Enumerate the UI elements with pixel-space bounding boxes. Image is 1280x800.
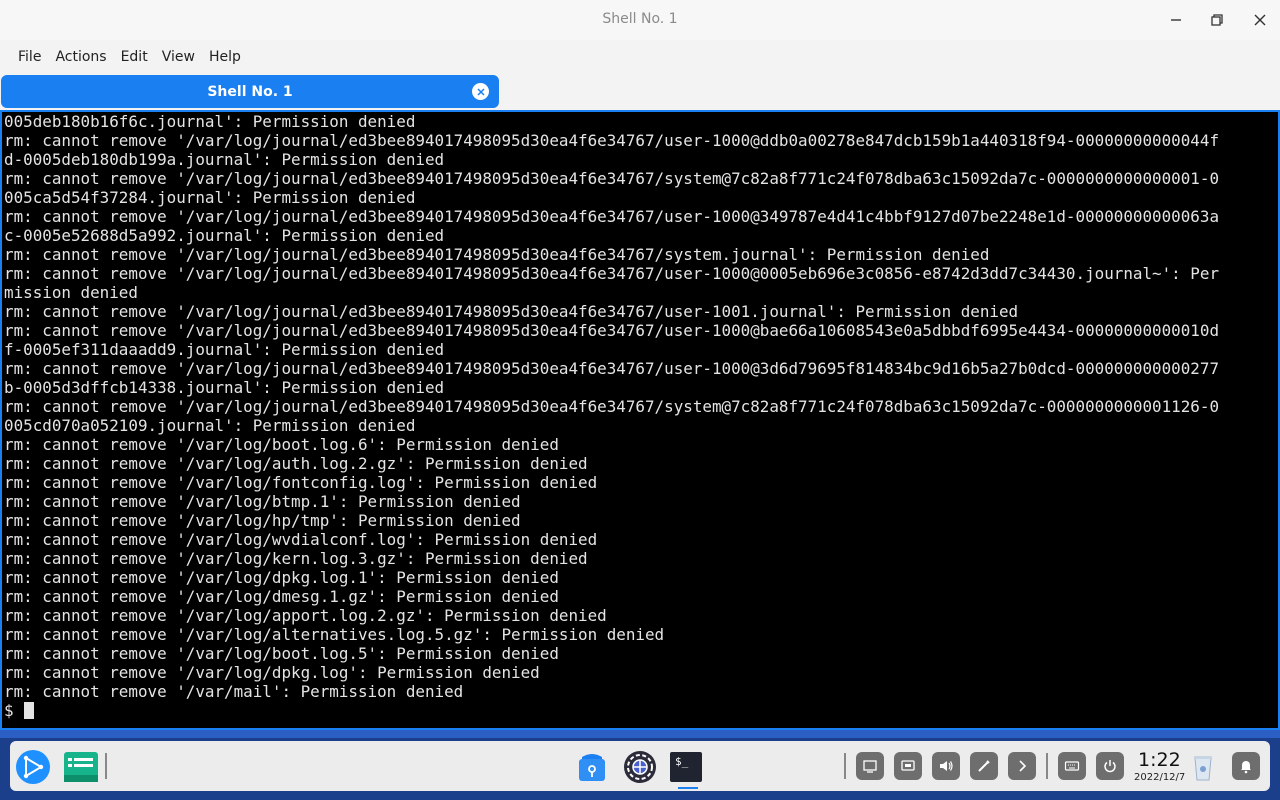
volume-icon[interactable] bbox=[932, 752, 960, 780]
taskbar-separator bbox=[105, 753, 107, 779]
clock-time[interactable]: 1:22 bbox=[1138, 749, 1181, 771]
tab-bar: Shell No. 1 bbox=[0, 74, 1280, 110]
menu-file[interactable]: File bbox=[10, 49, 47, 65]
launcher-icon[interactable] bbox=[15, 749, 51, 785]
terminal-line: rm: cannot remove '/var/log/journal/ed3b… bbox=[4, 264, 1220, 283]
clock-date[interactable]: 2022/12/7 bbox=[1134, 772, 1185, 783]
terminal-line: rm: cannot remove '/var/log/hp/tmp': Per… bbox=[4, 511, 521, 530]
prompt-symbol: $ bbox=[4, 701, 14, 720]
system-settings-icon[interactable] bbox=[622, 749, 658, 785]
terminal-line: rm: cannot remove '/var/log/dmesg.1.gz':… bbox=[4, 587, 559, 606]
app-store-icon[interactable] bbox=[574, 749, 610, 785]
terminal-line: rm: cannot remove '/var/log/kern.log.3.g… bbox=[4, 549, 588, 568]
window-title: Shell No. 1 bbox=[602, 11, 678, 27]
pen-icon[interactable] bbox=[970, 752, 998, 780]
text-cursor bbox=[23, 702, 34, 719]
terminal-line: mission denied bbox=[4, 283, 138, 302]
close-window-button[interactable] bbox=[1247, 8, 1273, 32]
terminal-line: rm: cannot remove '/var/log/boot.log.5':… bbox=[4, 644, 559, 663]
tab-shell-1[interactable]: Shell No. 1 bbox=[1, 75, 499, 108]
terminal-prompt[interactable]: $ bbox=[2, 701, 1278, 720]
terminal-line: rm: cannot remove '/var/log/dpkg.log': P… bbox=[4, 663, 540, 682]
terminal-line: rm: cannot remove '/var/log/apport.log.2… bbox=[4, 606, 607, 625]
terminal-line: rm: cannot remove '/var/log/journal/ed3b… bbox=[4, 245, 990, 264]
terminal-line: rm: cannot remove '/var/log/journal/ed3b… bbox=[4, 359, 1220, 378]
tab-label: Shell No. 1 bbox=[207, 83, 293, 100]
terminal-line: rm: cannot remove '/var/log/journal/ed3b… bbox=[4, 207, 1220, 226]
menu-bar: File Actions Edit View Help bbox=[0, 40, 1280, 74]
terminal-line: rm: cannot remove '/var/log/dpkg.log.1':… bbox=[4, 568, 559, 587]
terminal-line: rm: cannot remove '/var/log/boot.log.6':… bbox=[4, 435, 559, 454]
terminal-line: rm: cannot remove '/var/log/alternatives… bbox=[4, 625, 665, 644]
taskbar: $_ 1:22 2022/12/7 bbox=[10, 741, 1270, 791]
menu-edit[interactable]: Edit bbox=[113, 49, 154, 65]
terminal-line: 005deb180b16f6c.journal': Permission den… bbox=[4, 112, 416, 131]
taskbar-separator bbox=[844, 753, 846, 779]
terminal-icon[interactable]: $_ bbox=[668, 749, 704, 785]
terminal-line: d-0005deb180db199a.journal': Permission … bbox=[4, 150, 445, 169]
screen-icon[interactable] bbox=[856, 752, 884, 780]
desktop-strip bbox=[0, 730, 1280, 738]
chevron-right-icon[interactable] bbox=[1008, 752, 1036, 780]
keyboard-icon[interactable] bbox=[1058, 752, 1086, 780]
terminal-line: 005ca5d54f37284.journal': Permission den… bbox=[4, 188, 416, 207]
tab-close-button[interactable] bbox=[472, 83, 489, 100]
menu-help[interactable]: Help bbox=[201, 49, 247, 65]
terminal-line: rm: cannot remove '/var/log/journal/ed3b… bbox=[4, 397, 1220, 416]
menu-view[interactable]: View bbox=[154, 49, 201, 65]
minimize-icon bbox=[1171, 19, 1181, 21]
file-manager-icon[interactable] bbox=[63, 749, 99, 785]
terminal-line: 005cd070a052109.journal': Permission den… bbox=[4, 416, 416, 435]
active-app-indicator bbox=[678, 787, 698, 789]
terminal-view[interactable]: 005deb180b16f6c.journal': Permission den… bbox=[0, 110, 1280, 730]
terminal-line: rm: cannot remove '/var/log/wvdialconf.l… bbox=[4, 530, 598, 549]
close-icon bbox=[1254, 14, 1266, 26]
terminal-line: rm: cannot remove '/var/log/fontconfig.l… bbox=[4, 473, 598, 492]
terminal-line: rm: cannot remove '/var/log/journal/ed3b… bbox=[4, 169, 1220, 188]
terminal-line: c-0005e52688d5a992.journal': Permission … bbox=[4, 226, 445, 245]
power-icon[interactable] bbox=[1096, 752, 1124, 780]
notification-bell-icon[interactable] bbox=[1232, 752, 1260, 780]
terminal-line: rm: cannot remove '/var/log/journal/ed3b… bbox=[4, 302, 1019, 321]
terminal-line: rm: cannot remove '/var/mail': Permissio… bbox=[4, 682, 464, 701]
terminal-line: rm: cannot remove '/var/log/btmp.1': Per… bbox=[4, 492, 521, 511]
terminal-line: rm: cannot remove '/var/log/journal/ed3b… bbox=[4, 131, 1220, 150]
maximize-button[interactable] bbox=[1204, 8, 1230, 32]
terminal-line: f-0005ef311daaadd9.journal': Permission … bbox=[4, 340, 445, 359]
minimize-button[interactable] bbox=[1163, 8, 1189, 32]
display-icon[interactable] bbox=[894, 752, 922, 780]
terminal-output: 005deb180b16f6c.journal': Permission den… bbox=[2, 112, 1278, 701]
trash-icon[interactable] bbox=[1190, 749, 1216, 785]
terminal-line: rm: cannot remove '/var/log/journal/ed3b… bbox=[4, 321, 1220, 340]
menu-actions[interactable]: Actions bbox=[47, 49, 112, 65]
terminal-line: b-0005d3dffcb14338.journal': Permission … bbox=[4, 378, 445, 397]
svg-text:$_: $_ bbox=[675, 755, 689, 768]
terminal-line: rm: cannot remove '/var/log/auth.log.2.g… bbox=[4, 454, 588, 473]
close-icon bbox=[476, 87, 485, 96]
taskbar-separator bbox=[1046, 753, 1048, 779]
title-bar[interactable]: Shell No. 1 bbox=[0, 0, 1280, 40]
restore-icon bbox=[1211, 14, 1223, 26]
